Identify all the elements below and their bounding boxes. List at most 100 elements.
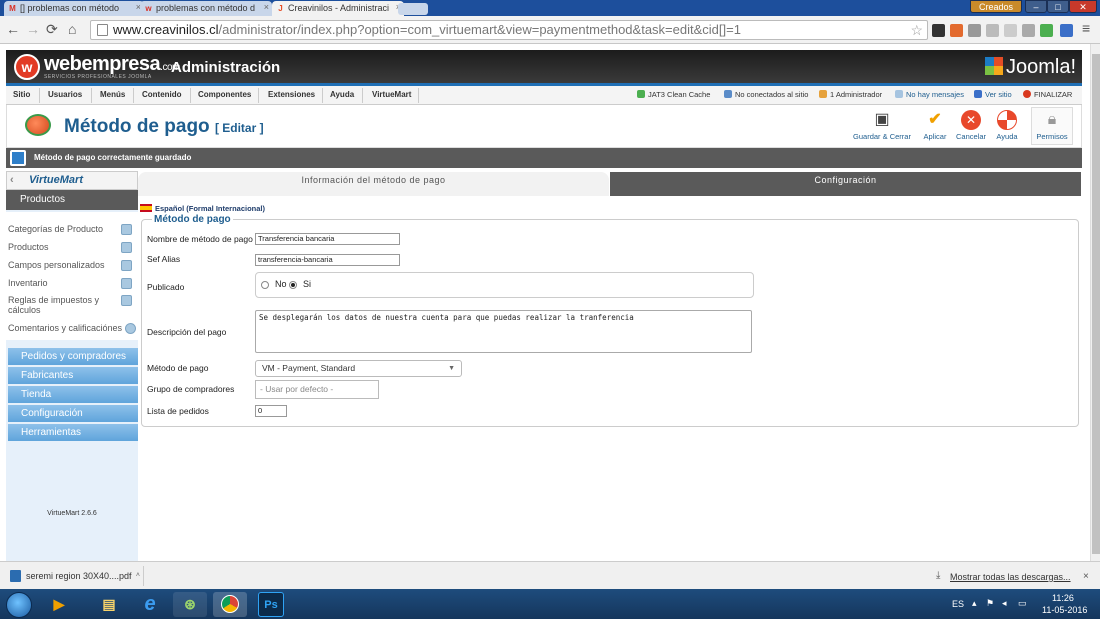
- start-button[interactable]: [6, 592, 32, 618]
- payment-name-input[interactable]: Transferencia bancaria: [255, 233, 400, 245]
- show-hidden-icons-icon[interactable]: ▴: [972, 598, 977, 609]
- sidebar-item-categorias[interactable]: Categorías de Producto: [8, 224, 136, 235]
- sidebar-item-impuestos[interactable]: Reglas de impuestos y cálculos: [8, 295, 136, 315]
- sidebar-item-campos[interactable]: Campos personalizados: [8, 260, 136, 271]
- folder-icon[interactable]: ▤: [92, 592, 126, 617]
- menu-ayuda[interactable]: Ayuda: [330, 90, 354, 99]
- extension-icon[interactable]: [968, 24, 981, 37]
- scrollbar-thumb[interactable]: [1092, 54, 1100, 554]
- home-icon[interactable]: ⌂: [68, 21, 76, 37]
- close-window-button[interactable]: ✕: [1069, 0, 1097, 13]
- app-icon[interactable]: ⊛: [173, 592, 207, 617]
- order-input[interactable]: 0: [255, 405, 287, 417]
- tab-title: problemas con método d: [156, 3, 256, 13]
- menu-virtuemart[interactable]: VirtueMart: [372, 90, 411, 99]
- sidebar-section-configuracion[interactable]: Configuración: [8, 405, 138, 423]
- new-tab-button[interactable]: [398, 3, 428, 15]
- flag-icon[interactable]: ▭: [1018, 598, 1027, 609]
- cancel-button[interactable]: ✕ Cancelar: [954, 110, 988, 141]
- clock-time[interactable]: 11:26: [1052, 593, 1074, 603]
- permissions-button[interactable]: 🔒︎ Permisos: [1031, 107, 1073, 145]
- published-yes-label: Si: [303, 279, 312, 289]
- refresh-icon: [637, 90, 645, 98]
- sidebar-item-label: Categorías de Producto: [8, 224, 104, 234]
- menu-sitio[interactable]: Sitio: [13, 90, 30, 99]
- close-downloads-icon[interactable]: ×: [1083, 571, 1089, 582]
- collapse-arrow-icon[interactable]: ‹: [10, 172, 14, 189]
- menu-extensiones[interactable]: Extensiones: [268, 90, 315, 99]
- sidebar-section-productos[interactable]: Productos: [6, 190, 138, 210]
- sidebar-section-tienda[interactable]: Tienda: [8, 386, 138, 404]
- published-no-radio[interactable]: [261, 281, 269, 289]
- published-label: Publicado: [147, 282, 185, 292]
- tab-configuration[interactable]: Configuración: [610, 172, 1081, 196]
- forward-icon[interactable]: →: [26, 21, 40, 37]
- bookmark-star-icon[interactable]: ☆: [910, 21, 923, 39]
- sidebar-section-fabricantes[interactable]: Fabricantes: [8, 367, 138, 385]
- sidebar-item-productos[interactable]: Productos: [8, 242, 136, 253]
- virtuemart-version: VirtueMart 2.6.6: [47, 510, 97, 517]
- jat3-clean-cache[interactable]: JAT3 Clean Cache: [637, 90, 710, 99]
- network-icon[interactable]: ⚑: [986, 598, 994, 609]
- reload-icon[interactable]: ⟳: [46, 21, 58, 38]
- clock-date[interactable]: 11-05-2016: [1042, 605, 1087, 615]
- sidebar-item-comentarios[interactable]: Comentarios y calificaciónes: [8, 323, 136, 334]
- menu-menus[interactable]: Menús: [100, 90, 125, 99]
- menu-divider: [258, 88, 259, 103]
- back-icon[interactable]: ←: [6, 21, 20, 37]
- menu-componentes[interactable]: Componentes: [198, 90, 251, 99]
- sef-alias-input[interactable]: transferencia-bancaria: [255, 254, 400, 266]
- photoshop-icon[interactable]: Ps: [258, 592, 284, 617]
- minimize-button[interactable]: –: [1025, 0, 1047, 13]
- show-all-downloads-link[interactable]: Mostrar todas las descargas...: [950, 572, 1071, 582]
- address-bar[interactable]: www.creavinilos.cl/administrator/index.p…: [90, 20, 928, 40]
- view-site-link[interactable]: Ver sitio: [974, 90, 1012, 99]
- extension-icon[interactable]: [1040, 24, 1053, 37]
- media-player-icon[interactable]: ▶: [42, 592, 76, 617]
- page-scrollbar[interactable]: [1090, 44, 1100, 561]
- extension-icon[interactable]: [1060, 24, 1073, 37]
- sidebar-item-inventario[interactable]: Inventario: [8, 278, 136, 289]
- maximize-button[interactable]: □: [1047, 0, 1069, 13]
- tab-title: [] problemas con método: [20, 3, 120, 13]
- chevron-up-icon[interactable]: ˄: [136, 566, 140, 586]
- chrome-icon[interactable]: [213, 592, 247, 617]
- description-textarea[interactable]: Se desplegarán los datos de nuestra cuen…: [255, 310, 752, 353]
- browser-tab-1[interactable]: M [] problemas con método ×: [4, 1, 144, 16]
- admin-menu: Sitio Usuarios Menús Contenido Component…: [6, 86, 1082, 105]
- published-yes-radio[interactable]: [289, 281, 297, 289]
- extension-icon[interactable]: [986, 24, 999, 37]
- sidebar-item-label: Campos personalizados: [8, 260, 105, 270]
- virtuemart-logo-text: VirtueMart: [29, 174, 83, 186]
- speaker-icon[interactable]: ◂: [1002, 598, 1007, 609]
- save-close-button[interactable]: ▣ Guardar & Cerrar: [851, 110, 913, 141]
- status-visitors: No conectados al sitio: [724, 90, 808, 99]
- payment-method-select[interactable]: VM - Payment, Standard ▼: [255, 360, 462, 377]
- help-button[interactable]: Ayuda: [993, 110, 1021, 141]
- tab-payment-info[interactable]: Información del método de pago: [138, 172, 609, 196]
- download-item[interactable]: seremi region 30X40....pdf ˄: [6, 566, 144, 586]
- sidebar-section-pedidos[interactable]: Pedidos y compradores: [8, 348, 138, 366]
- extension-icon[interactable]: [950, 24, 963, 37]
- extension-icon[interactable]: [932, 24, 945, 37]
- browser-tab-3[interactable]: J Creavinilos - Administraci ×: [272, 1, 404, 16]
- logout-link[interactable]: FINALIZAR: [1023, 90, 1072, 99]
- messages-link[interactable]: No hay mensajes: [895, 90, 964, 99]
- browser-tab-2[interactable]: w problemas con método d ×: [140, 1, 272, 16]
- close-icon[interactable]: ×: [264, 2, 269, 12]
- status-visitors-label: No conectados al sitio: [735, 90, 809, 99]
- language-indicator[interactable]: ES: [952, 599, 964, 609]
- menu-usuarios[interactable]: Usuarios: [48, 90, 82, 99]
- power-icon: [1023, 90, 1031, 98]
- sidebar-section-herramientas[interactable]: Herramientas: [8, 424, 138, 442]
- extension-icon[interactable]: [1022, 24, 1035, 37]
- menu-contenido[interactable]: Contenido: [142, 90, 182, 99]
- user-profile-button[interactable]: Creados: [970, 0, 1022, 13]
- apply-button[interactable]: ✔ Aplicar: [919, 110, 951, 141]
- extension-icon[interactable]: [1004, 24, 1017, 37]
- internet-explorer-icon[interactable]: e: [133, 592, 167, 617]
- menu-icon[interactable]: ≡: [1082, 20, 1090, 36]
- virtuemart-logo[interactable]: ‹ VirtueMart: [6, 171, 138, 190]
- shopper-group-select[interactable]: - Usar por defecto -: [255, 380, 379, 399]
- chevron-down-icon: ▼: [448, 365, 455, 372]
